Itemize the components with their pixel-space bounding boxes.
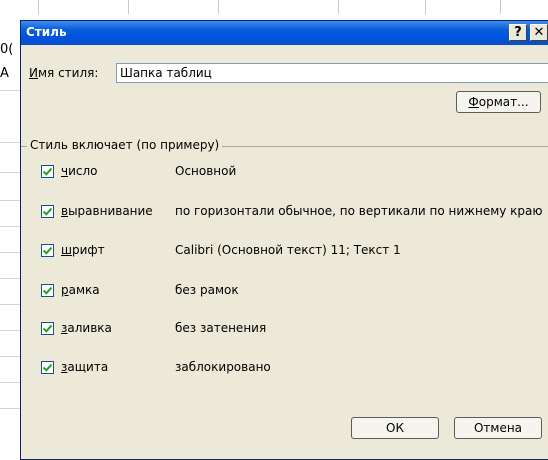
row-divider — [0, 142, 20, 143]
row-divider — [0, 200, 20, 201]
checkbox-font[interactable] — [41, 244, 54, 257]
cell-fragment: 0( — [0, 42, 14, 57]
checkbox-protection[interactable] — [41, 361, 54, 374]
column-divider — [500, 0, 501, 14]
checkbox-alignment[interactable] — [41, 205, 54, 218]
close-button[interactable]: ✕ — [530, 24, 548, 41]
style-name-label-accesskey: И — [29, 66, 38, 80]
checkbox-number[interactable] — [41, 165, 54, 178]
checkbox-fill[interactable] — [41, 322, 54, 335]
option-value: без затенения — [175, 321, 267, 335]
checkbox-label-text: ыравнивание — [68, 204, 153, 218]
format-button-label: ормат... — [478, 95, 529, 109]
style-name-label: Имя стиля: — [29, 66, 98, 80]
help-icon: ? — [514, 25, 522, 40]
checkbox-border[interactable] — [41, 284, 54, 297]
row-divider — [0, 226, 20, 227]
cell-fragment: А — [0, 66, 9, 81]
checkbox-label-text: рифт — [71, 243, 105, 257]
column-divider — [425, 0, 426, 14]
format-button-accesskey: Ф — [468, 95, 479, 109]
column-divider — [218, 0, 219, 14]
checkbox-label[interactable]: заливка — [61, 321, 112, 335]
checkbox-label-text: ащита — [67, 360, 109, 374]
checkbox-label[interactable]: выравнивание — [61, 204, 153, 218]
row-divider — [0, 172, 20, 173]
checkbox-label[interactable]: защита — [61, 360, 108, 374]
row-divider — [0, 90, 20, 91]
row-divider — [0, 330, 20, 331]
checkmark-icon — [43, 167, 52, 176]
option-value: заблокировано — [175, 360, 271, 374]
column-divider — [338, 0, 339, 14]
checkbox-label[interactable]: шрифт — [61, 243, 105, 257]
checkbox-accesskey: ш — [61, 243, 72, 257]
checkbox-label[interactable]: рамка — [61, 283, 100, 297]
row-divider — [0, 408, 20, 409]
option-value: Основной — [175, 164, 237, 178]
checkbox-label-text: аливка — [67, 321, 112, 335]
column-divider — [128, 0, 129, 14]
checkbox-label[interactable]: число — [61, 164, 98, 178]
checkbox-label-text: амка — [68, 283, 100, 297]
option-value: по горизонтали обычное, по вертикали по … — [175, 204, 543, 218]
checkmark-icon — [43, 324, 52, 333]
option-value: без рамок — [175, 283, 239, 297]
ok-button[interactable]: ОК — [351, 417, 439, 439]
checkmark-icon — [43, 246, 52, 255]
dialog-titlebar[interactable]: Стиль ? ✕ — [21, 21, 548, 45]
format-button[interactable]: Формат... — [456, 91, 541, 113]
checkmark-icon — [43, 286, 52, 295]
column-divider — [38, 0, 39, 14]
row-divider — [0, 356, 20, 357]
dialog-title: Стиль — [26, 25, 67, 39]
checkmark-icon — [43, 363, 52, 372]
row-divider — [0, 252, 20, 253]
style-name-label-text: мя стиля: — [37, 66, 99, 80]
style-name-input[interactable]: Шапка таблиц — [116, 63, 548, 83]
checkbox-accesskey: р — [61, 283, 69, 297]
row-divider — [0, 304, 20, 305]
help-button[interactable]: ? — [509, 24, 527, 41]
style-includes-group-label: Стиль включает (по примеру) — [27, 138, 223, 152]
checkmark-icon — [43, 207, 52, 216]
checkbox-label-text: исло — [68, 164, 98, 178]
close-icon: ✕ — [533, 25, 545, 40]
option-value: Calibri (Основной текст) 11; Текст 1 — [175, 243, 401, 257]
row-divider — [0, 278, 20, 279]
row-divider — [0, 382, 20, 383]
cancel-button[interactable]: Отмена — [454, 417, 542, 439]
style-dialog: Стиль ? ✕ Имя стиля: Шапка таблиц Формат… — [20, 20, 548, 460]
